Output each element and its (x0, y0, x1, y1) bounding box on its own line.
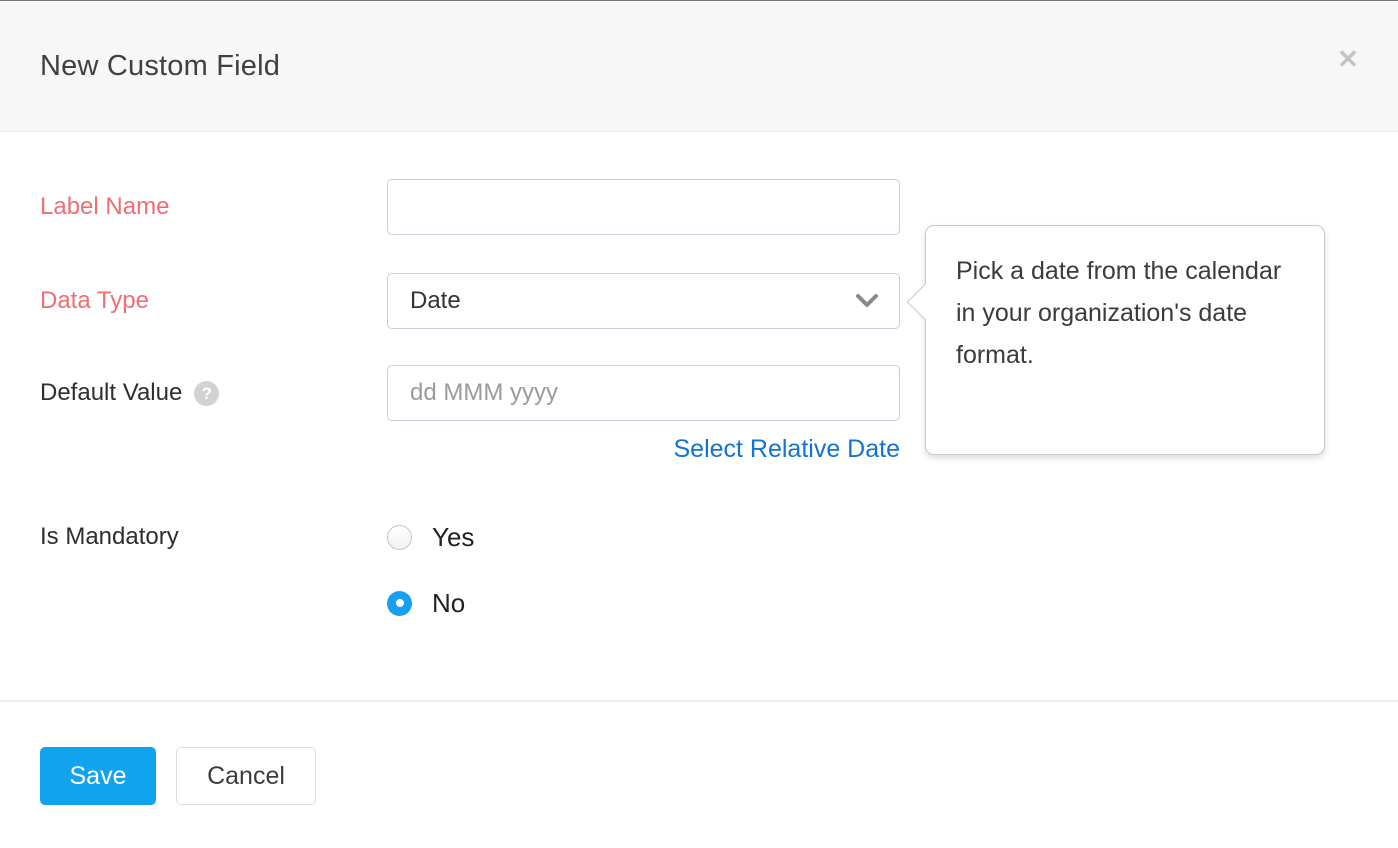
help-icon[interactable]: ? (194, 381, 219, 406)
select-relative-date-link[interactable]: Select Relative Date (673, 435, 900, 463)
data-type-label: Data Type (40, 287, 387, 315)
radio-selected-icon[interactable] (387, 591, 412, 616)
close-icon[interactable]: ✕ (1328, 39, 1368, 79)
default-value-input[interactable] (387, 365, 900, 421)
is-mandatory-label: Is Mandatory (40, 521, 387, 551)
relative-date-link-row: Select Relative Date (387, 435, 900, 464)
label-name-label: Label Name (40, 193, 387, 221)
radio-option-no[interactable]: No (387, 587, 474, 619)
date-format-tooltip: Pick a date from the calendar in your or… (925, 225, 1325, 455)
label-name-input[interactable] (387, 179, 900, 235)
default-value-label: Default Value ? (40, 379, 387, 407)
tooltip-text: Pick a date from the calendar in your or… (956, 250, 1294, 376)
radio-no-label: No (432, 588, 465, 619)
default-value-label-text: Default Value (40, 379, 182, 407)
data-type-select[interactable]: Date (387, 273, 900, 329)
new-custom-field-dialog: New Custom Field ✕ Label Name Data Type … (0, 0, 1398, 848)
radio-yes-label: Yes (432, 522, 474, 553)
save-button[interactable]: Save (40, 747, 156, 805)
dialog-footer: Save Cancel (0, 700, 1398, 848)
dialog-body: Label Name Data Type Date Default Value … (0, 132, 1398, 700)
page-title: New Custom Field (40, 50, 280, 83)
data-type-selected-value: Date (410, 287, 461, 315)
cancel-button[interactable]: Cancel (176, 747, 316, 805)
is-mandatory-radio-group: Yes No (387, 521, 474, 619)
radio-option-yes[interactable]: Yes (387, 521, 474, 553)
chevron-down-icon (855, 293, 879, 309)
is-mandatory-row: Is Mandatory Yes No (40, 521, 1398, 619)
radio-unselected-icon[interactable] (387, 525, 412, 550)
dialog-header: New Custom Field ✕ (0, 1, 1398, 132)
